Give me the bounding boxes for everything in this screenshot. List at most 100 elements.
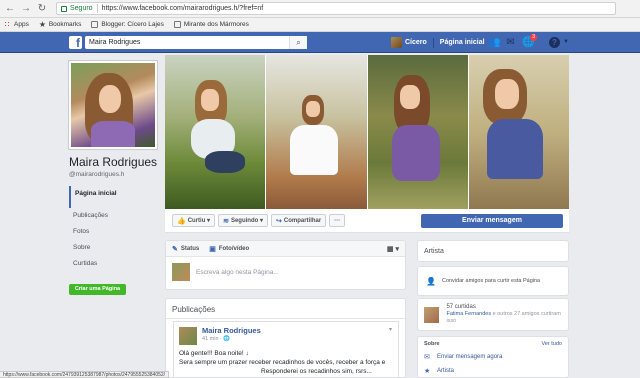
search-input[interactable]: Maira Rodrigues ⌕ bbox=[85, 36, 307, 49]
friend-requests-icon[interactable]: 👥 bbox=[488, 37, 500, 48]
forward-icon[interactable]: → bbox=[20, 3, 32, 15]
photo-detail bbox=[91, 121, 135, 147]
post-timestamp[interactable]: 41 min · 🌐 bbox=[202, 336, 230, 342]
share-label: Compartilhar bbox=[283, 217, 322, 224]
invite-link[interactable]: Convidar amigos para curtir esta Página bbox=[442, 278, 540, 284]
messages-icon[interactable]: ✉ bbox=[505, 37, 516, 48]
secure-label: Seguro bbox=[70, 5, 93, 12]
page-nav: Página inicial Publicações Fotos Sobre C… bbox=[69, 186, 161, 272]
help-icon[interactable]: ? bbox=[549, 37, 560, 48]
cover-photo-panel bbox=[468, 55, 569, 209]
photo-detail bbox=[399, 85, 420, 109]
cover-photo[interactable] bbox=[165, 55, 569, 209]
bookmark-label: Bookmarks bbox=[48, 21, 82, 28]
send-message-now-row[interactable]: ✉ Enviar mensagem agora bbox=[424, 353, 562, 361]
url-divider bbox=[96, 4, 98, 13]
composer-tabs: ✎ Status ▣ Foto/vídeo ▦ ▾ bbox=[166, 241, 405, 257]
invite-box[interactable]: 👤 Convidar amigos para curtir esta Págin… bbox=[417, 266, 569, 296]
post-time-text: 41 min · bbox=[202, 336, 224, 342]
send-message-button[interactable]: Enviar mensagem bbox=[421, 214, 563, 228]
audience-selector-icon[interactable]: ▦ ▾ bbox=[387, 245, 399, 253]
category-row[interactable]: ★ Artista bbox=[424, 367, 562, 375]
likes-count[interactable]: 57 curtidas bbox=[446, 304, 568, 310]
home-link[interactable]: Página inicial bbox=[440, 39, 485, 46]
tab-photo-video[interactable]: ▣ Foto/vídeo bbox=[209, 245, 249, 253]
browser-toolbar: ← → ↻ Seguro https://www.facebook.com/ma… bbox=[0, 0, 640, 18]
page-title[interactable]: Maira Rodrigues bbox=[69, 155, 161, 169]
posts-title: Publicações bbox=[166, 299, 405, 319]
post-author[interactable]: Maira Rodrigues bbox=[202, 326, 261, 335]
post-card: Maira Rodrigues 41 min · 🌐 ▾ Olá gente!!… bbox=[173, 321, 399, 378]
post-text: Olá gente!!! Boa noite! ↓ Sera sempre um… bbox=[179, 349, 394, 376]
create-page-button[interactable]: Criar uma Página bbox=[69, 284, 126, 295]
avatar[interactable] bbox=[391, 37, 402, 48]
photo-detail bbox=[201, 89, 219, 111]
bookmark-apps[interactable]: Apps bbox=[4, 21, 29, 28]
avatar[interactable] bbox=[424, 306, 440, 323]
search-value: Maira Rodrigues bbox=[89, 39, 141, 46]
cover-photo-panel bbox=[367, 55, 469, 209]
back-icon[interactable]: ← bbox=[4, 3, 16, 15]
header-divider bbox=[432, 37, 434, 48]
likes-box: 57 curtidas Fatima Fernandes e outros 27… bbox=[417, 298, 569, 331]
page-icon bbox=[91, 21, 99, 28]
likes-friends: Fatima Fernandes e outros 27 amigos curt… bbox=[446, 311, 568, 325]
about-title: Sobre bbox=[424, 341, 440, 347]
reload-icon[interactable]: ↻ bbox=[36, 3, 48, 15]
nav-item-about[interactable]: Sobre bbox=[69, 240, 161, 256]
friend-name-link[interactable]: Fatima Fernandes bbox=[446, 311, 491, 317]
add-friend-icon: 👤 bbox=[426, 276, 436, 286]
pencil-icon: ✎ bbox=[172, 245, 178, 253]
nav-item-likes[interactable]: Curtidas bbox=[69, 256, 161, 272]
address-bar[interactable]: Seguro https://www.facebook.com/mairarod… bbox=[56, 2, 616, 15]
nav-item-posts[interactable]: Publicações bbox=[69, 208, 161, 224]
likes-info: 57 curtidas Fatima Fernandes e outros 27… bbox=[446, 304, 568, 325]
more-button[interactable]: ··· bbox=[329, 214, 346, 227]
avatar[interactable] bbox=[179, 327, 197, 345]
category-title: Artista bbox=[424, 248, 444, 255]
about-box: Sobre Ver tudo ✉ Enviar mensagem agora ★… bbox=[417, 336, 569, 378]
cover-photo-panel bbox=[165, 55, 267, 209]
photo-detail bbox=[205, 151, 245, 173]
share-button[interactable]: ↪ Compartilhar bbox=[270, 214, 327, 227]
chevron-down-icon[interactable]: ▾ bbox=[389, 326, 392, 333]
facebook-header: f Maira Rodrigues ⌕ Cícero Página inicia… bbox=[0, 32, 640, 53]
globe-icon: 🌐 bbox=[223, 336, 231, 342]
thumbs-up-icon: 👍 bbox=[177, 217, 186, 225]
browser-status-url: https://www.facebook.com/247939125387987… bbox=[0, 371, 170, 378]
bookmark-mirante[interactable]: Mirante dos Mármores bbox=[173, 21, 249, 28]
composer-input[interactable]: Escreva algo nesta Página... bbox=[196, 269, 279, 276]
nav-item-home[interactable]: Página inicial bbox=[69, 186, 161, 208]
cover-photo-panel bbox=[266, 55, 368, 209]
like-button[interactable]: 👍 Curtiu ▾ bbox=[172, 214, 216, 227]
url-text[interactable]: https://www.facebook.com/mairarodrigues.… bbox=[102, 5, 264, 12]
profile-photo[interactable] bbox=[69, 61, 157, 149]
facebook-logo-icon[interactable]: f bbox=[69, 36, 82, 50]
tab-status[interactable]: ✎ Status bbox=[172, 245, 199, 253]
photo-detail bbox=[486, 119, 543, 179]
share-icon: ↪ bbox=[275, 217, 282, 225]
search-icon[interactable]: ⌕ bbox=[289, 36, 307, 49]
avatar bbox=[172, 263, 190, 281]
composer-body: Escreva algo nesta Página... bbox=[166, 257, 405, 287]
category-box: Artista bbox=[417, 240, 569, 262]
bookmarks-bar: Apps ★ Bookmarks Blogger: Cícero Lajes M… bbox=[0, 18, 640, 32]
post-line: Sera sempre um prazer receber recadinhos… bbox=[179, 359, 386, 366]
bookmark-label: Mirante dos Mármores bbox=[183, 21, 249, 28]
header-icons: 👥 ✉ 🌐 3 bbox=[488, 34, 539, 48]
see-all-link[interactable]: Ver tudo bbox=[542, 341, 563, 347]
user-name-link[interactable]: Cícero bbox=[405, 39, 427, 46]
page-action-bar: 👍 Curtiu ▾ ≋ Seguindo ▾ ↪ Compartilhar ·… bbox=[165, 209, 569, 233]
photo-detail bbox=[99, 85, 121, 113]
bookmark-bookmarks[interactable]: ★ Bookmarks bbox=[38, 20, 82, 29]
lock-icon bbox=[61, 5, 67, 12]
posts-section: Publicações Maira Rodrigues 41 min · 🌐 ▾… bbox=[165, 298, 406, 378]
page-icon bbox=[173, 21, 181, 28]
following-button[interactable]: ≋ Seguindo ▾ bbox=[218, 214, 268, 227]
camera-icon: ▣ bbox=[209, 245, 216, 253]
bookmark-blogger[interactable]: Blogger: Cícero Lajes bbox=[91, 21, 164, 28]
notifications-icon[interactable]: 🌐 3 bbox=[522, 34, 537, 48]
star-icon: ★ bbox=[38, 20, 46, 29]
nav-item-photos[interactable]: Fotos bbox=[69, 224, 161, 240]
chevron-down-icon[interactable]: ▼ bbox=[563, 39, 569, 45]
